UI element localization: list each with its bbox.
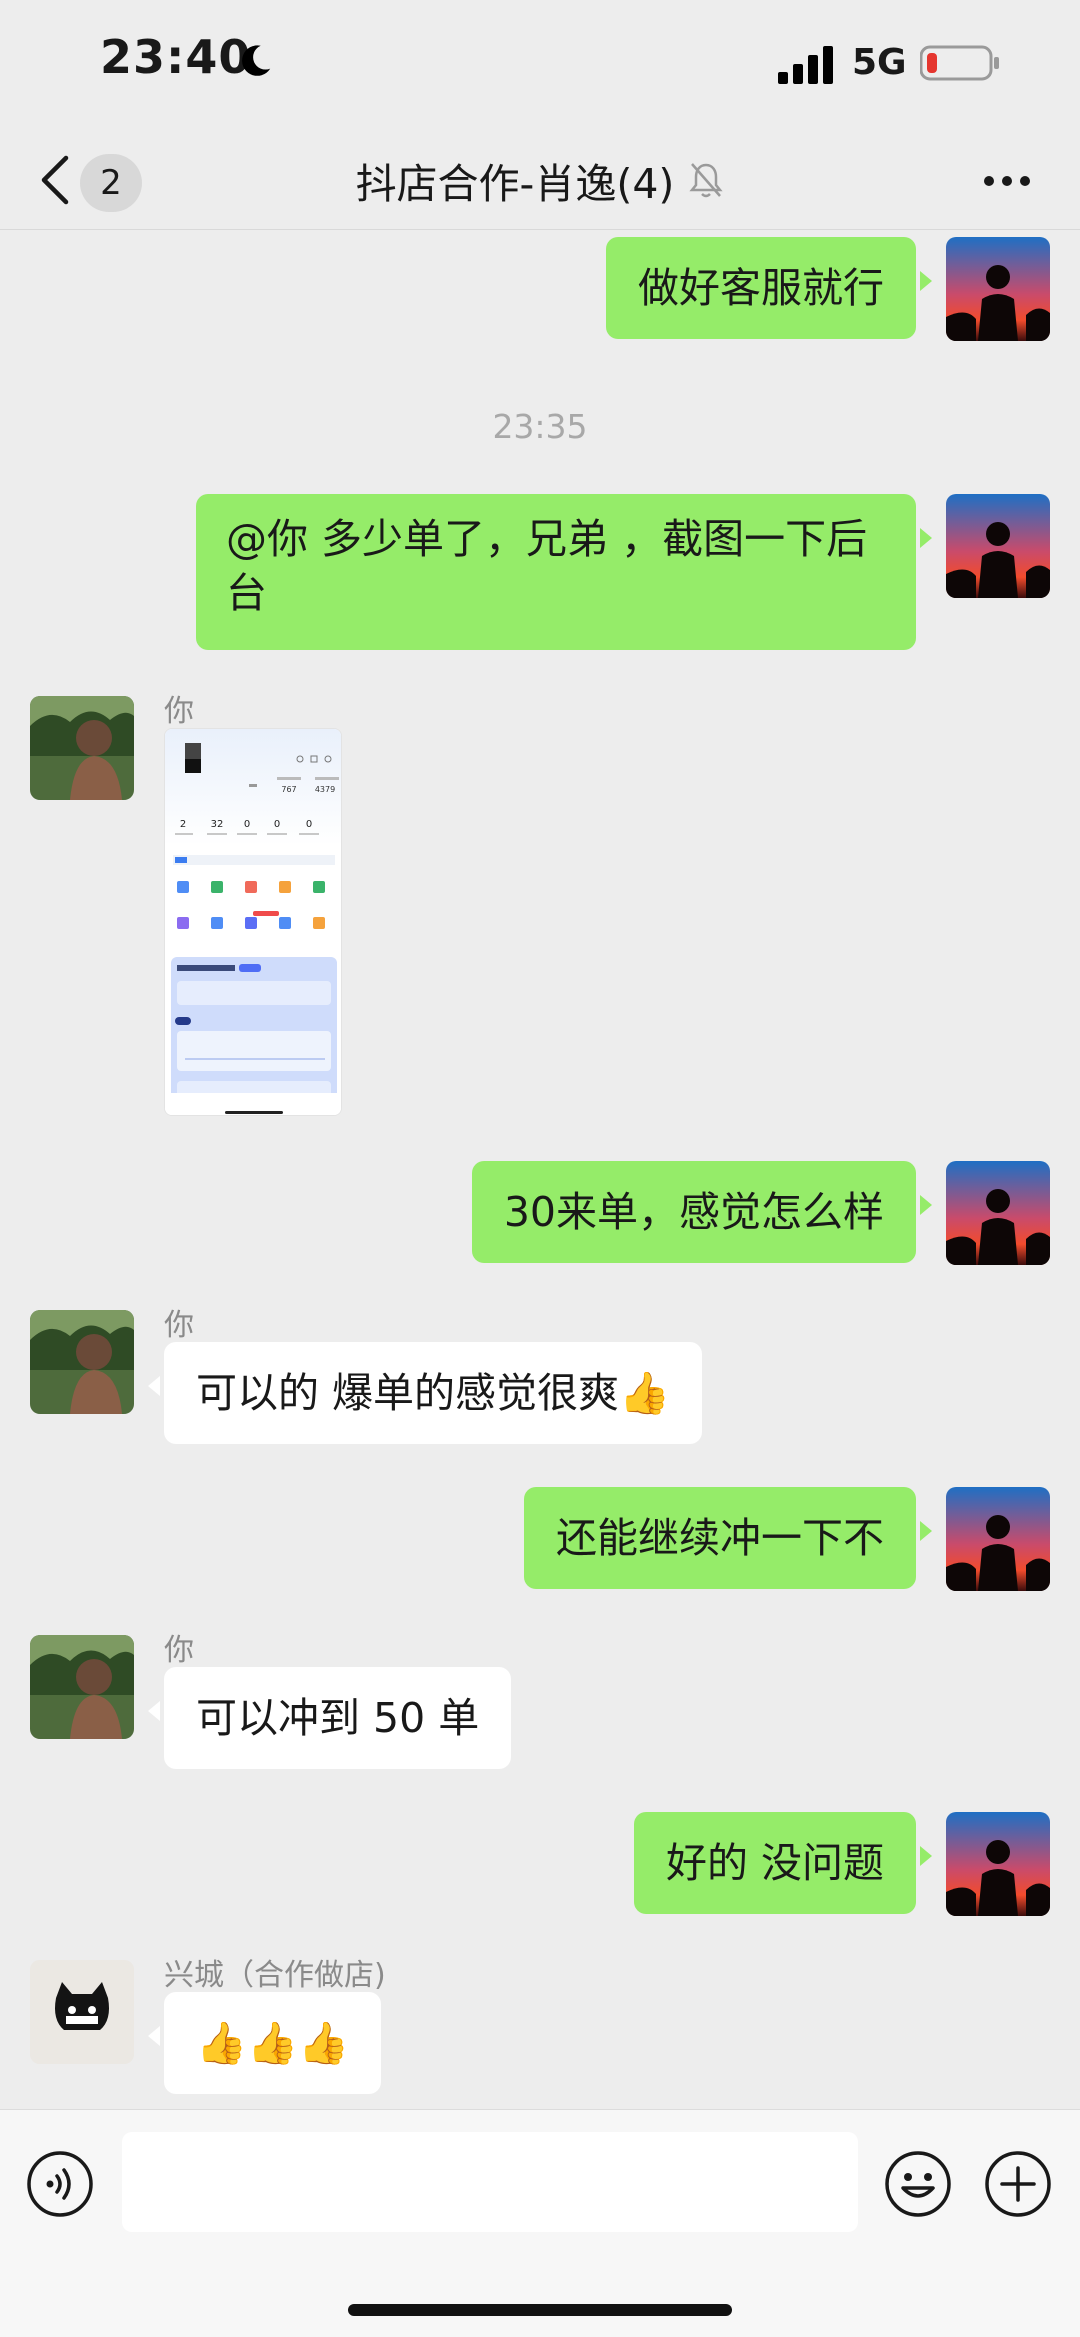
chat-title-wrap: 抖店合作-肖逸(4) [0,150,1080,210]
svg-text:0: 0 [274,819,280,830]
my-message-bubble[interactable]: 好的 没问题 [633,1812,933,1914]
chat-title[interactable]: 抖店合作-肖逸(4) [356,150,675,210]
black-cat-avatar-image [30,1960,134,2064]
clock: 23:40 [100,30,252,84]
input-bar [0,2109,1080,2337]
my-avatar[interactable] [946,1161,1050,1265]
home-indicator[interactable] [348,2304,732,2316]
muted-bell-icon [689,163,724,198]
svg-text:32: 32 [211,819,224,830]
status-bar: 23:40 5G [0,0,1080,130]
my-avatar[interactable] [946,1812,1050,1916]
more-options-icon[interactable] [982,166,1032,196]
sunset-silhouette-avatar-image [946,1487,1050,1591]
message-input[interactable] [122,2132,858,2232]
contact-avatar[interactable] [30,1310,134,1414]
person-photo-avatar-image [30,1310,134,1414]
battery-icon [920,45,999,81]
contact-avatar[interactable] [30,1635,134,1739]
my-message-bubble[interactable]: 做好客服就行 [606,237,932,339]
message-list[interactable]: 做好客服就行 23:35 @你 多少单了，兄弟 ，截图一下后台 你 767 43… [0,231,1080,2109]
my-message-bubble[interactable]: 30来单，感觉怎么样 [471,1161,933,1263]
my-avatar[interactable] [946,1487,1050,1591]
sender-name: 你 [164,694,194,729]
voice-input-icon[interactable] [26,2150,94,2218]
person-photo-avatar-image [30,696,134,800]
shop-backend-screenshot-image: 767 4379 2 32 0 0 0 [165,729,341,1115]
svg-text:0: 0 [244,819,250,830]
svg-text:767: 767 [281,785,296,794]
sunset-silhouette-avatar-image [946,1812,1050,1916]
add-more-icon[interactable] [984,2150,1052,2218]
sunset-silhouette-avatar-image [946,1161,1050,1265]
svg-text:4379: 4379 [315,785,335,794]
my-avatar[interactable] [946,237,1050,341]
svg-text:2: 2 [180,819,186,830]
my-message-bubble[interactable]: @你 多少单了，兄弟 ，截图一下后台 [196,494,932,650]
contact-message-bubble[interactable]: 可以的 爆单的感觉很爽👍 [147,1342,703,1444]
person-photo-avatar-image [30,1635,134,1739]
cellular-signal-icon [778,46,833,84]
contact-avatar[interactable] [30,1960,134,2064]
chat-screen: 23:40 5G 2 抖店合作-肖逸(4) 做好客服就行 23:35 @你 多少… [0,0,1080,2337]
svg-text:0: 0 [306,819,312,830]
contact-message-bubble[interactable]: 可以冲到 50 单 [147,1667,512,1769]
nav-bar: 2 抖店合作-肖逸(4) [0,130,1080,230]
network-type: 5G [852,42,907,83]
message-timestamp: 23:35 [492,407,588,446]
contact-message-bubble[interactable]: 👍👍👍 [147,1992,382,2094]
screenshot-image-message[interactable]: 767 4379 2 32 0 0 0 [164,728,342,1116]
sender-name: 兴城（合作做店) [164,1958,386,1993]
sender-name: 你 [164,1308,194,1343]
sunset-silhouette-avatar-image [946,494,1050,598]
sunset-silhouette-avatar-image [946,237,1050,341]
my-message-bubble[interactable]: 还能继续冲一下不 [524,1487,932,1589]
my-avatar[interactable] [946,494,1050,598]
emoji-icon[interactable] [884,2150,952,2218]
moon-icon [242,45,271,76]
contact-avatar[interactable] [30,696,134,800]
sender-name: 你 [164,1633,194,1668]
